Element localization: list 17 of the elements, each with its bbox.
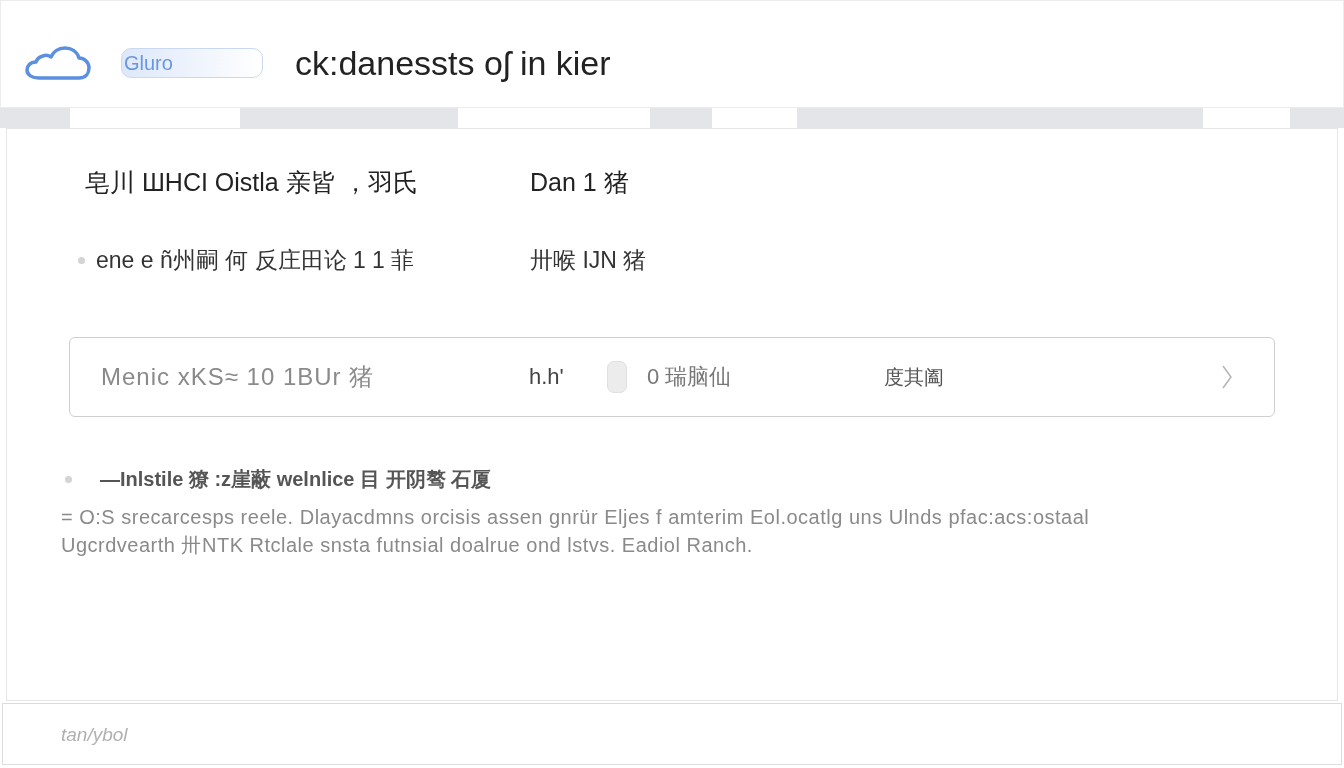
cloud-icon <box>25 46 91 80</box>
summary-value: h.h' <box>529 366 565 388</box>
detail-label: ene e ñ州嗣 何 反庄田论 1 1 菲 <box>96 248 415 272</box>
summary-row[interactable]: Menic xKS≈ 10 1BUr 猪 h.h' 0 瑞脑仙 度其阖 <box>69 337 1275 417</box>
note-heading: —Inlstile 獠 :z崖蔽 welnlice 目 开阴骜 石厦 <box>100 469 492 489</box>
brand-pill: Gluro <box>121 48 263 78</box>
detail-value: 卅喉 IJN 猪 <box>530 248 647 272</box>
chevron-right-icon <box>1222 365 1232 389</box>
note-paragraph: = O:S srecarcesps reele. Dlayacdmns orcisis assen gnrür Eljes f amterim Eol.ocatlg uns Ulnds pfac:acs:ostaal Ugcrdvearth 卅NTK Rtclale snsta futnsial doalrue ond lstvs. Eadiol Ranch. <box>61 505 1091 558</box>
footer-text: tan/ybol <box>61 724 128 744</box>
page-title: ck:danessts oʃ in kier <box>295 46 611 80</box>
detail-value: Dan 1 猪 <box>530 169 629 195</box>
detail-label: 皂川 ШHCI Oistla 亲皆 ，羽氏 <box>85 169 418 195</box>
summary-label: Menic xKS≈ 10 1BUr 猪 <box>101 365 376 389</box>
summary-count: 0 瑞脑仙 <box>647 366 733 388</box>
capsule-icon <box>607 361 627 393</box>
summary-extra: 度其阖 <box>884 367 945 387</box>
